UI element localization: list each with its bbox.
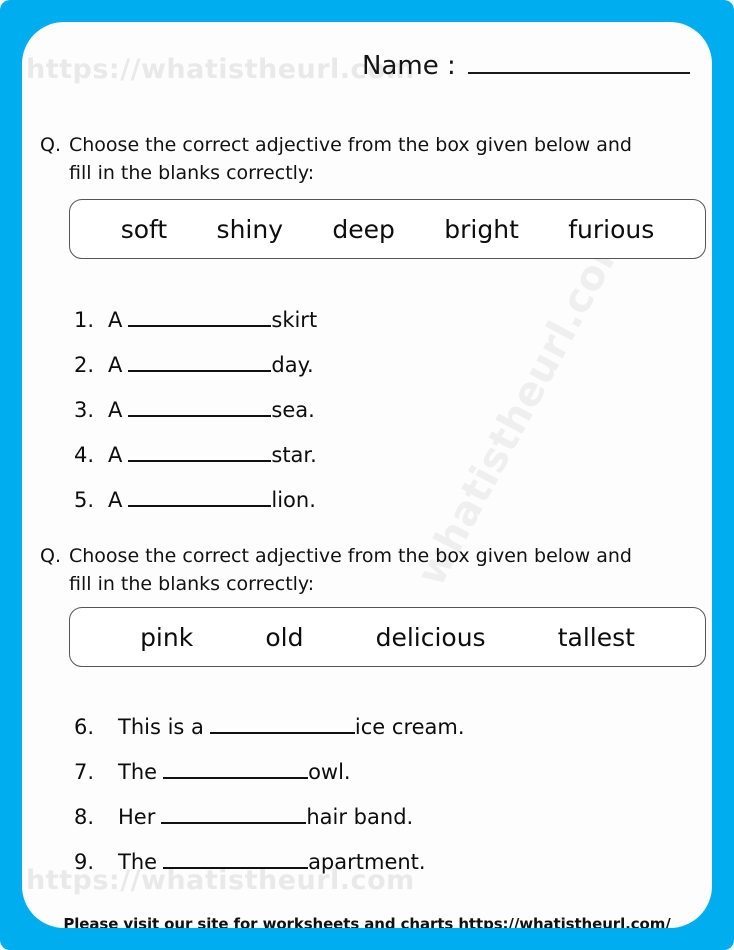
item-number: 4. xyxy=(74,443,95,467)
answer-blank[interactable] xyxy=(128,488,272,507)
list-item: 2. A day. xyxy=(74,353,317,377)
word-bank-word: furious xyxy=(568,214,655,244)
answer-blank[interactable] xyxy=(209,715,355,734)
word-bank-word: tallest xyxy=(557,622,635,652)
item-number: 9. xyxy=(74,850,95,874)
item-prefix: Her xyxy=(118,805,156,829)
item-number: 5. xyxy=(74,488,95,512)
item-number: 2. xyxy=(74,353,95,377)
item-number: 7. xyxy=(74,760,95,784)
question-marker-1: Q. xyxy=(40,134,61,156)
word-bank-1: soft shiny deep bright furious xyxy=(69,199,706,259)
word-bank-word: pink xyxy=(140,622,194,652)
answer-blank[interactable] xyxy=(163,760,309,779)
item-number: 1. xyxy=(74,308,95,332)
question-prompt-2: Q. Choose the correct adjective from the… xyxy=(40,543,639,598)
item-prefix: A xyxy=(108,488,123,512)
answer-blank[interactable] xyxy=(161,805,307,824)
word-bank-word: delicious xyxy=(375,622,486,652)
list-item: 8. Her hair band. xyxy=(74,805,465,829)
item-suffix: star. xyxy=(271,443,317,467)
worksheet-page: https://whatistheurl.com https://whatist… xyxy=(22,22,712,928)
word-bank-word: shiny xyxy=(216,214,284,244)
worksheet-frame: https://whatistheurl.com https://whatist… xyxy=(0,0,734,950)
word-bank-word: old xyxy=(265,622,304,652)
word-bank-2: pink old delicious tallest xyxy=(69,607,706,667)
question-text-2: Choose the correct adjective from the bo… xyxy=(69,545,632,595)
word-bank-word: soft xyxy=(120,214,168,244)
question-list-1: 1. A skirt 2. A day. 3. A sea. 4. A star… xyxy=(74,308,317,533)
list-item: 1. A skirt xyxy=(74,308,317,332)
answer-blank[interactable] xyxy=(128,443,272,462)
item-prefix: A xyxy=(108,308,123,332)
footer-site-link[interactable]: Please visit our site for worksheets and… xyxy=(63,915,670,928)
item-suffix: hair band. xyxy=(306,805,414,829)
item-prefix: A xyxy=(108,353,123,377)
item-suffix: sea. xyxy=(271,398,315,422)
list-item: 4. A star. xyxy=(74,443,317,467)
list-item: 5. A lion. xyxy=(74,488,317,512)
item-suffix: ice cream. xyxy=(354,715,465,739)
word-bank-word: deep xyxy=(332,214,395,244)
question-prompt-1: Q. Choose the correct adjective from the… xyxy=(40,132,639,187)
item-prefix: A xyxy=(108,443,123,467)
item-suffix: apartment. xyxy=(308,850,426,874)
question-text-1: Choose the correct adjective from the bo… xyxy=(69,134,632,184)
worksheet-content: Name : Q. Choose the correct adjective f… xyxy=(22,22,712,928)
list-item: 3. A sea. xyxy=(74,398,317,422)
item-prefix: The xyxy=(118,850,158,874)
word-bank-word: bright xyxy=(444,214,519,244)
list-item: 9. The apartment. xyxy=(74,850,465,874)
question-marker-2: Q. xyxy=(40,545,61,567)
footer: Please visit our site for worksheets and… xyxy=(22,915,712,928)
answer-blank[interactable] xyxy=(128,398,272,417)
item-prefix: A xyxy=(108,398,123,422)
name-input-line[interactable] xyxy=(467,50,690,74)
item-number: 6. xyxy=(74,715,95,739)
item-suffix: lion. xyxy=(271,488,316,512)
item-suffix: owl. xyxy=(308,760,351,784)
item-prefix: The xyxy=(118,760,158,784)
question-list-2: 6. This is a ice cream. 7. The owl. 8. H… xyxy=(74,715,465,895)
answer-blank[interactable] xyxy=(128,353,272,372)
name-label: Name : xyxy=(362,51,456,81)
item-number: 8. xyxy=(74,805,95,829)
item-prefix: This is a xyxy=(118,715,204,739)
item-suffix: day. xyxy=(271,353,314,377)
item-number: 3. xyxy=(74,398,95,422)
name-row: Name : xyxy=(362,50,690,81)
item-suffix: skirt xyxy=(271,308,318,332)
list-item: 6. This is a ice cream. xyxy=(74,715,465,739)
list-item: 7. The owl. xyxy=(74,760,465,784)
answer-blank[interactable] xyxy=(163,850,309,869)
answer-blank[interactable] xyxy=(128,308,272,327)
